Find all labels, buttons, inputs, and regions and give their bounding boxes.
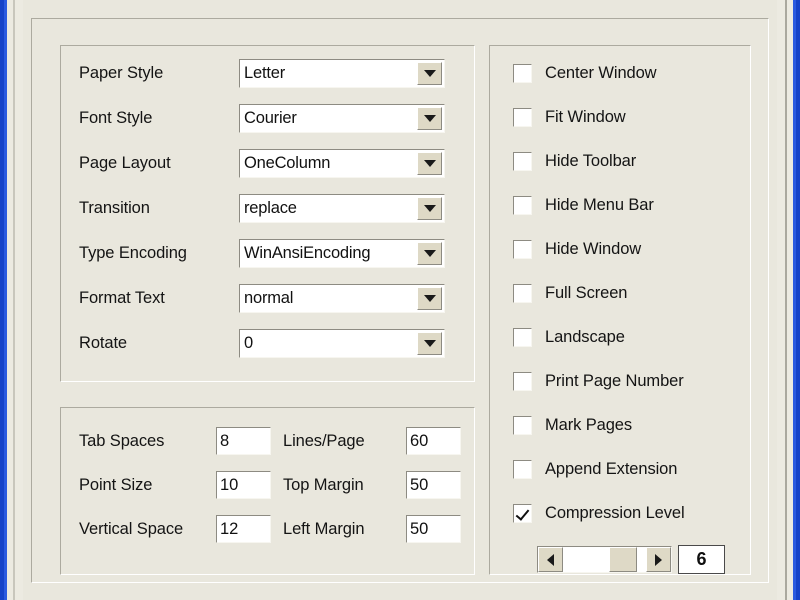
checkbox-label: Fit Window <box>545 107 626 126</box>
checkbox-indicator[interactable] <box>513 283 532 303</box>
checkbox-hide-menu-bar[interactable]: Hide Menu Bar <box>513 194 654 216</box>
scrollbar-track[interactable] <box>563 547 646 572</box>
checkbox-landscape[interactable]: Landscape <box>513 326 625 348</box>
checkbox-indicator[interactable] <box>513 63 532 83</box>
checkbox-label: Center Window <box>545 63 657 82</box>
compression-level-value: 6 <box>678 545 725 574</box>
chevron-down-icon[interactable] <box>417 287 442 310</box>
page-layout-label: Page Layout <box>79 154 171 172</box>
page-layout-value: OneColumn <box>244 154 331 172</box>
window-border-left-inner <box>15 0 23 600</box>
checkbox-fit-window[interactable]: Fit Window <box>513 106 626 128</box>
checkbox-indicator[interactable] <box>513 195 532 215</box>
checkbox-label: Print Page Number <box>545 371 684 390</box>
checkbox-hide-window[interactable]: Hide Window <box>513 238 641 260</box>
tab-spaces-label: Tab Spaces <box>79 432 165 450</box>
checkbox-label: Append Extension <box>545 459 678 478</box>
chevron-down-icon[interactable] <box>417 152 442 175</box>
checkbox-hide-toolbar[interactable]: Hide Toolbar <box>513 150 636 172</box>
point-size-input[interactable]: 10 <box>216 471 271 499</box>
checkbox-indicator[interactable] <box>513 107 532 127</box>
chevron-down-icon[interactable] <box>417 62 442 85</box>
type-encoding-label: Type Encoding <box>79 244 187 262</box>
left-margin-input[interactable]: 50 <box>406 515 461 543</box>
format-text-value: normal <box>244 289 294 307</box>
lines-per-page-label: Lines/Page <box>283 432 365 450</box>
checkbox-indicator[interactable] <box>513 239 532 259</box>
scrollbar-thumb[interactable] <box>609 547 637 572</box>
page-layout-combobox[interactable]: OneColumn <box>239 149 445 178</box>
checkbox-indicator[interactable] <box>513 151 532 171</box>
checkbox-compression-level[interactable]: Compression Level <box>513 502 685 524</box>
checkbox-label: Hide Toolbar <box>545 151 637 170</box>
type-encoding-value: WinAnsiEncoding <box>244 244 371 262</box>
left-margin-label: Left Margin <box>283 520 365 538</box>
checkbox-label: Mark Pages <box>545 415 633 434</box>
chevron-down-icon[interactable] <box>417 332 442 355</box>
triangle-right-icon[interactable] <box>646 547 671 572</box>
type-encoding-combobox[interactable]: WinAnsiEncoding <box>239 239 445 268</box>
chevron-down-icon[interactable] <box>417 197 442 220</box>
vertical-space-label: Vertical Space <box>79 520 184 538</box>
application-window: Paper Style Font Style Page Layout Trans… <box>0 0 800 600</box>
window-border-right-accent <box>796 0 800 600</box>
checkbox-label: Hide Menu Bar <box>545 195 654 214</box>
viewer-options-group: Center Window Fit Window Hide Toolbar Hi… <box>489 45 751 575</box>
lines-per-page-input[interactable]: 60 <box>406 427 461 455</box>
window-border-right-inner <box>777 0 785 600</box>
page-metrics-group: Tab Spaces Point Size Vertical Space 8 1… <box>60 407 475 575</box>
checkbox-append-extension[interactable]: Append Extension <box>513 458 677 480</box>
transition-value: replace <box>244 199 297 217</box>
transition-label: Transition <box>79 199 150 217</box>
format-text-combobox[interactable]: normal <box>239 284 445 313</box>
checkbox-indicator[interactable] <box>513 415 532 435</box>
checkbox-indicator[interactable] <box>513 327 532 347</box>
font-style-label: Font Style <box>79 109 153 127</box>
top-margin-input[interactable]: 50 <box>406 471 461 499</box>
checkbox-indicator[interactable] <box>513 371 532 391</box>
paper-style-value: Letter <box>244 64 285 82</box>
checkbox-label: Hide Window <box>545 239 642 258</box>
settings-panel: Paper Style Font Style Page Layout Trans… <box>31 18 769 583</box>
checkbox-label: Compression Level <box>545 503 685 522</box>
checkbox-label: Full Screen <box>545 283 628 302</box>
format-text-label: Format Text <box>79 289 165 307</box>
rotate-label: Rotate <box>79 334 128 352</box>
rotate-combobox[interactable]: 0 <box>239 329 445 358</box>
chevron-down-icon[interactable] <box>417 107 442 130</box>
point-size-label: Point Size <box>79 476 153 494</box>
checkbox-indicator[interactable] <box>513 459 532 479</box>
checkbox-full-screen[interactable]: Full Screen <box>513 282 627 304</box>
vertical-space-input[interactable]: 12 <box>216 515 271 543</box>
checkbox-label: Landscape <box>545 327 625 346</box>
triangle-left-icon[interactable] <box>538 547 563 572</box>
checkbox-mark-pages[interactable]: Mark Pages <box>513 414 632 436</box>
tab-spaces-input[interactable]: 8 <box>216 427 271 455</box>
top-margin-label: Top Margin <box>283 476 364 494</box>
checkbox-indicator[interactable] <box>513 503 532 523</box>
checkbox-center-window[interactable]: Center Window <box>513 62 657 84</box>
paper-style-label: Paper Style <box>79 64 164 82</box>
compression-level-scrollbar[interactable] <box>537 546 672 573</box>
document-settings-group: Paper Style Font Style Page Layout Trans… <box>60 45 475 382</box>
font-style-value: Courier <box>244 109 297 127</box>
rotate-value: 0 <box>244 334 253 352</box>
chevron-down-icon[interactable] <box>417 242 442 265</box>
transition-combobox[interactable]: replace <box>239 194 445 223</box>
paper-style-combobox[interactable]: Letter <box>239 59 445 88</box>
checkbox-print-page-number[interactable]: Print Page Number <box>513 370 684 392</box>
font-style-combobox[interactable]: Courier <box>239 104 445 133</box>
